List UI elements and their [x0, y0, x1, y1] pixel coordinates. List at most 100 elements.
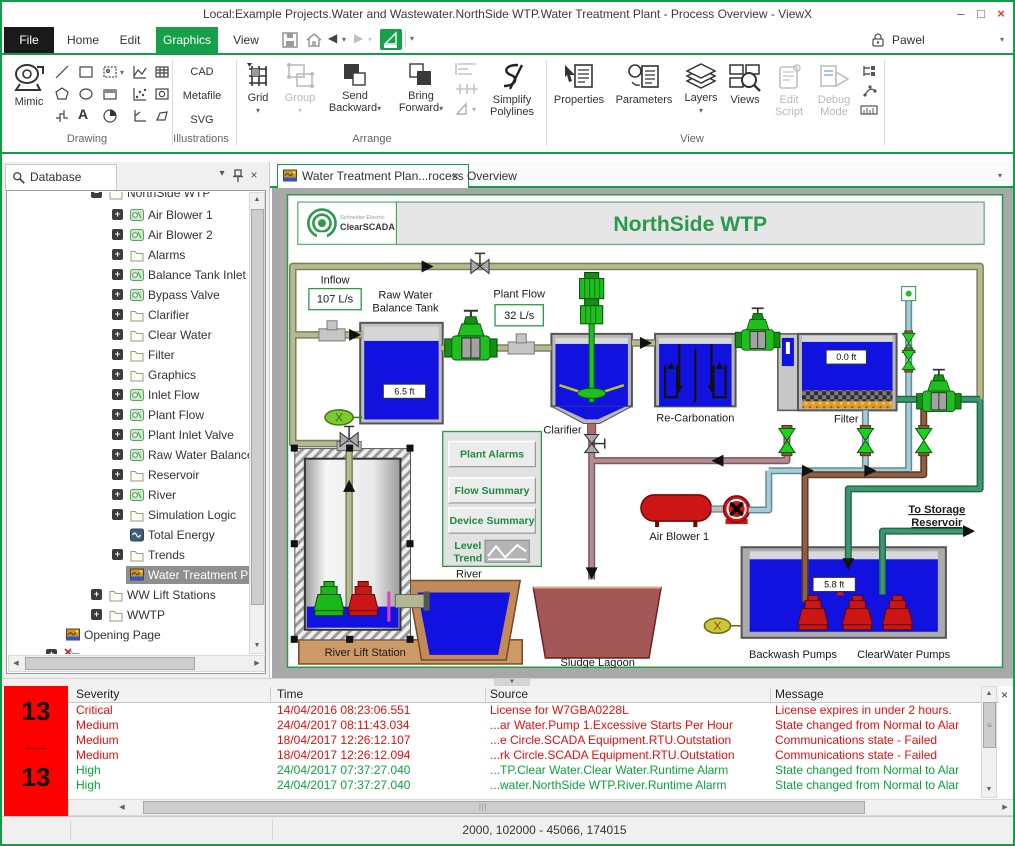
panel-tool-icon[interactable] [102, 86, 118, 102]
tree-item-selected[interactable]: Water Treatment Plan [126, 566, 249, 584]
column-severity[interactable]: Severity [76, 687, 119, 701]
group-button[interactable]: Group ▾ [280, 62, 320, 117]
tab-home[interactable]: Home [60, 27, 106, 53]
column-time[interactable]: Time [277, 687, 303, 701]
clarifier-mixer-motor[interactable] [580, 272, 604, 323]
alarm-horizontal-scrollbar[interactable]: ◀ ||| ▶ [68, 799, 1015, 816]
splitter-handle[interactable]: ▼ [494, 679, 530, 686]
expand-icon[interactable]: + [112, 449, 123, 460]
scatter-chart-icon[interactable] [132, 86, 148, 102]
level-trend-button[interactable]: Level Trend [454, 540, 530, 564]
alarm-row[interactable]: Medium18/04/2017 12:26:12.107...e Circle… [68, 733, 999, 748]
tree-item[interactable]: +Plant Flow [8, 406, 249, 424]
minimize-button[interactable]: – [952, 5, 970, 23]
expand-icon[interactable]: + [112, 269, 123, 280]
expand-icon[interactable]: + [91, 609, 102, 620]
distribute-icon[interactable] [454, 82, 480, 96]
expand-icon[interactable]: + [112, 549, 123, 560]
expand-icon[interactable]: + [112, 429, 123, 440]
scroll-right-icon[interactable]: ▶ [250, 657, 264, 671]
alarm-row[interactable]: Medium24/04/2017 08:11:43.034...ar Water… [68, 718, 999, 733]
tree-item[interactable]: +Filter [8, 346, 249, 364]
alarm-vscroll-thumb[interactable]: ≡ [983, 702, 996, 748]
expand-icon[interactable]: + [112, 509, 123, 520]
tree-item[interactable]: – NorthSide WTP [8, 192, 249, 202]
svg-button[interactable]: SVG [174, 114, 230, 126]
alarm-banner[interactable]: 13 13 [4, 686, 68, 816]
scroll-down-icon[interactable]: ▼ [250, 639, 264, 653]
tree-hscroll-thumb[interactable] [25, 657, 195, 670]
mimic-canvas[interactable]: Schneider Electric ClearSCADA NorthSide … [272, 188, 1015, 678]
device-summary-button[interactable]: Device Summary [449, 508, 536, 533]
tree-item[interactable]: +River [8, 486, 249, 504]
tree-item[interactable]: +WW Lift Stations [8, 586, 249, 604]
tree-item[interactable]: +Air Blower 2 [8, 226, 249, 244]
tree-view-icon[interactable] [862, 64, 878, 78]
edit-script-button[interactable]: Edit Script [768, 62, 810, 118]
tree-item[interactable]: +Raw Water Balance Ta [8, 446, 249, 464]
alarm-panel-close-icon[interactable]: × [1001, 688, 1008, 702]
scroll-down-icon[interactable]: ▼ [982, 783, 996, 797]
expand-icon[interactable]: + [91, 589, 102, 600]
clearwater-level-readout[interactable]: 5.8 ft [813, 577, 855, 591]
tree-vertical-scrollbar[interactable]: ▲ ▼ [249, 192, 265, 654]
user-name[interactable]: Pawel [892, 33, 925, 47]
text-tool-icon[interactable]: A [78, 106, 88, 122]
properties-button[interactable]: Properties [550, 62, 608, 106]
table-tool-icon[interactable] [154, 64, 170, 80]
database-tab[interactable]: Database [5, 164, 117, 191]
image-tool-icon[interactable] [102, 64, 118, 80]
recarbonation-vessel[interactable] [655, 334, 736, 406]
polyline-tool-icon[interactable] [154, 108, 170, 124]
rotate-caret-icon[interactable]: ▾ [472, 105, 476, 114]
document-tab[interactable]: Water Treatment Plan...rocess Overview × [277, 164, 469, 188]
alarm-row[interactable]: High24/04/2017 07:37:27.040...TP.Clear W… [68, 763, 999, 778]
tree-horizontal-scrollbar[interactable]: ◀ ▶ [8, 655, 265, 672]
views-button[interactable]: Views [724, 62, 766, 106]
expand-icon[interactable]: + [112, 489, 123, 500]
ellipse-tool-icon[interactable] [78, 86, 94, 102]
pie-chart-icon[interactable] [102, 108, 118, 124]
tree-item[interactable]: +Inlet Flow [8, 386, 249, 404]
filter-level-readout[interactable]: 0.0 ft [826, 350, 866, 364]
back-icon[interactable]: ◀ [328, 31, 337, 45]
layers-button[interactable]: Layers ▾ [680, 62, 722, 117]
close-button[interactable]: × [992, 5, 1010, 23]
column-source[interactable]: Source [490, 687, 528, 701]
scroll-right-icon[interactable]: ▶ [998, 801, 1012, 815]
collapse-icon[interactable]: – [91, 192, 102, 198]
tab-list-caret-icon[interactable]: ▾ [998, 171, 1002, 180]
back-caret-icon[interactable]: ▾ [342, 35, 346, 44]
expand-icon[interactable]: + [112, 249, 123, 260]
plant-flow-readout[interactable]: 32 L/s [495, 305, 543, 326]
scroll-up-icon[interactable]: ▲ [250, 193, 264, 207]
air-blower[interactable] [641, 495, 750, 527]
tree-item[interactable]: +Balance Tank Inlet Val [8, 266, 249, 284]
alarm-row[interactable]: High24/04/2017 07:37:27.040...water.Nort… [68, 778, 999, 793]
mimic-drawing[interactable]: Schneider Electric ClearSCADA NorthSide … [286, 194, 1004, 668]
expand-icon[interactable]: + [112, 389, 123, 400]
bring-forward-button[interactable]: Bring Forward▾ [392, 62, 450, 115]
alarm-hscroll-thumb[interactable] [143, 801, 865, 814]
axes-tool-icon[interactable] [132, 108, 148, 124]
expand-icon[interactable]: + [46, 649, 57, 654]
tab-view[interactable]: View [224, 27, 268, 53]
rotate-icon[interactable] [454, 102, 474, 116]
alarm-row[interactable]: Medium18/04/2017 12:26:12.094...rk Circl… [68, 748, 999, 763]
pin-icon[interactable] [232, 169, 244, 182]
tab-file[interactable]: File [4, 27, 54, 53]
tree-item[interactable]: +Simulation Logic [8, 506, 249, 524]
maximize-button[interactable]: □ [972, 5, 990, 23]
filter-vessel[interactable] [778, 334, 897, 410]
line-tool-icon[interactable] [54, 64, 70, 80]
expand-icon[interactable]: + [112, 369, 123, 380]
tree-item[interactable]: +Plant Inlet Valve [8, 426, 249, 444]
column-message[interactable]: Message [775, 687, 824, 701]
metafile-button[interactable]: Metafile [174, 90, 230, 102]
scroll-left-icon[interactable]: ◀ [115, 801, 129, 815]
save-icon[interactable] [280, 31, 300, 49]
toolbar-options-caret-icon[interactable]: ▾ [410, 34, 414, 43]
tree-item[interactable]: + [8, 646, 249, 654]
ruler-icon[interactable] [860, 104, 878, 116]
tree-item[interactable]: +Trends [8, 546, 249, 564]
